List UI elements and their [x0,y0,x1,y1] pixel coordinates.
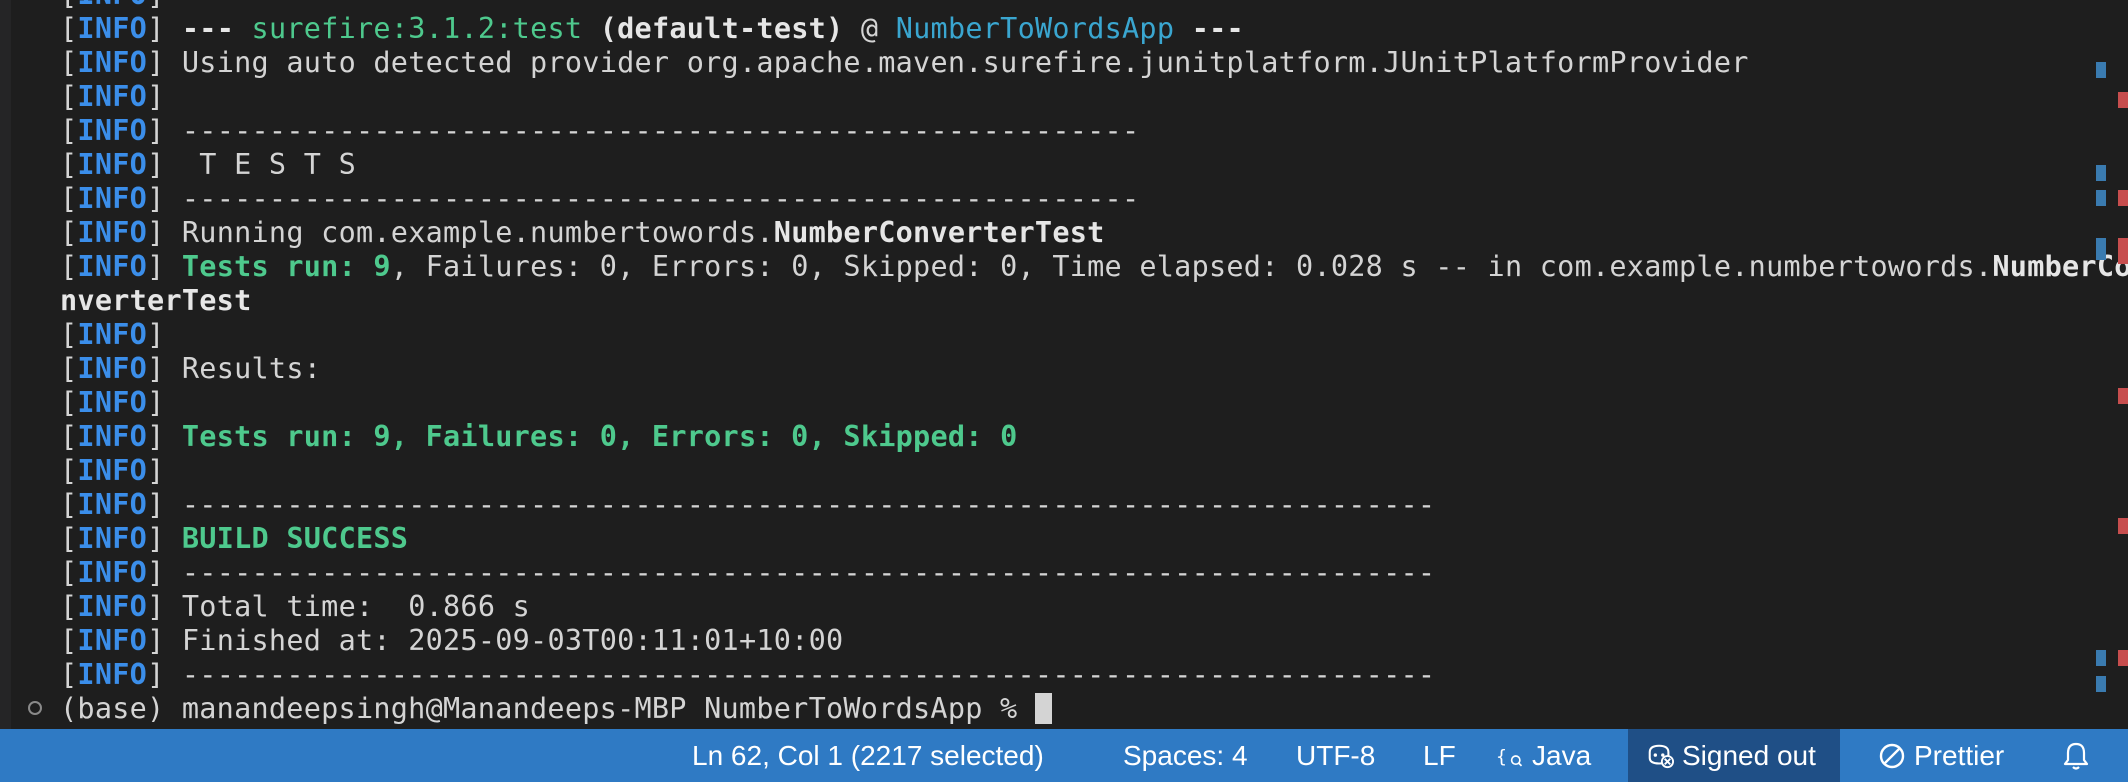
terminal-line: [INFO] Total time: 0.866 s [60,590,531,623]
terminal-line: [INFO] Running com.example.numbertowords… [60,216,1105,249]
language-label: Java [1532,740,1592,771]
ruler-marker [2096,62,2106,78]
indentation-item[interactable]: Spaces: 4 [1123,729,1248,782]
bell-icon [2062,742,2090,770]
ruler-marker [2118,190,2128,206]
prettier-item[interactable]: Prettier [1878,729,2004,782]
ruler-marker [2118,238,2128,264]
shell-prompt: (base) manandeepsingh@Manandeeps-MBP Num… [60,692,1035,725]
ruler-marker [2096,650,2106,666]
account-label: Signed out [1682,740,1816,771]
terminal-line: [INFO] Tests run: 9, Failures: 0, Errors… [60,420,1018,453]
account-status-item[interactable]: Signed out [1628,729,1840,782]
terminal-line: nverterTest [60,284,252,317]
command-decoration-icon[interactable] [28,701,42,715]
terminal-line: [INFO] BUILD SUCCESS [60,522,409,555]
encoding-item[interactable]: UTF-8 [1296,729,1375,782]
ruler-marker [2096,238,2106,260]
terminal-line: [INFO] [60,318,165,351]
status-bar: Ln 62, Col 1 (2217 selected) Spaces: 4 U… [0,729,2128,782]
terminal-line: [INFO] [60,386,165,419]
terminal-prompt-line[interactable]: (base) manandeepsingh@Manandeeps-MBP Num… [60,692,2080,726]
indentation-label: Spaces: 4 [1123,740,1248,771]
ruler-marker [2118,388,2128,404]
cursor-position-label: Ln 62, Col 1 (2217 selected) [692,740,1044,771]
terminal-line: [INFO] Finished at: 2025-09-03T00:11:01+… [60,624,844,657]
encoding-label: UTF-8 [1296,740,1376,771]
copilot-signed-out-icon [1646,742,1674,770]
terminal-line: [INFO] ---------------------------------… [60,658,1436,691]
eol-item[interactable]: LF [1423,729,1456,782]
ruler-marker [2118,650,2128,666]
eol-label: LF [1423,740,1456,771]
terminal-line: [INFO] [60,80,165,113]
terminal-line: [INFO] Using auto detected provider org.… [60,46,1749,79]
terminal-line: [INFO] ---------------------------------… [60,556,1436,589]
ruler-marker [2118,518,2128,534]
prettier-icon [1878,742,1906,770]
cursor-position-item[interactable]: Ln 62, Col 1 (2217 selected) [692,729,1044,782]
terminal-line: [INFO] ---------------------------------… [60,182,1140,215]
braces-icon: { [1496,742,1524,770]
ruler-marker [2096,165,2106,181]
overview-ruler[interactable] [2096,0,2128,729]
svg-text:{: { [1496,746,1507,767]
terminal-line: [INFO] Results: [60,352,322,385]
terminal-line: [INFO] ---------------------------------… [60,488,1436,521]
terminal-line: [INFO] --- surefire:3.1.2:test (default-… [60,12,1244,45]
ruler-marker [2096,676,2106,692]
terminal-panel[interactable]: [INFO] [INFO] --- surefire:3.1.2:test (d… [0,0,2128,729]
terminal-left-edge [0,0,11,729]
language-mode-item[interactable]: { Java [1496,729,1591,782]
terminal-line: [INFO] T E S T S [60,148,356,181]
text-cursor [1034,693,1052,724]
terminal-line: [INFO] Tests run: 9, Failures: 0, Errors… [60,250,2128,283]
terminal-line: [INFO] ---------------------------------… [60,114,1140,147]
ruler-marker [2096,190,2106,206]
notifications-button[interactable] [2062,729,2090,782]
terminal-line: [INFO] [60,454,165,487]
terminal-output: [INFO] [INFO] --- surefire:3.1.2:test (d… [60,0,2128,726]
ruler-marker [2118,92,2128,108]
terminal-line: [INFO] [60,0,2080,12]
prettier-label: Prettier [1914,740,2005,771]
build-status: BUILD SUCCESS [181,522,409,555]
